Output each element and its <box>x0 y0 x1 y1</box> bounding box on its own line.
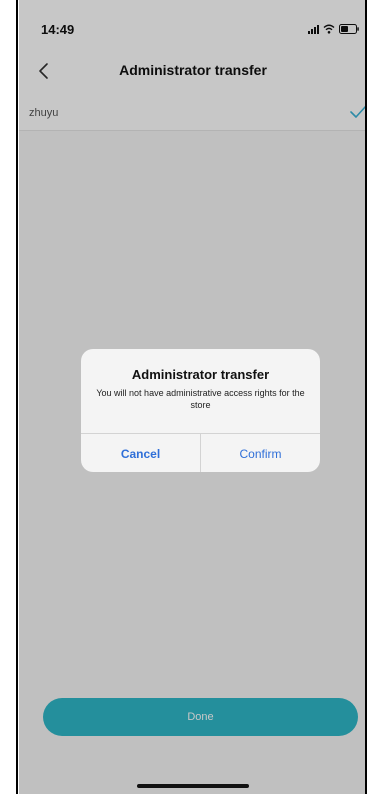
dialog-title: Administrator transfer <box>131 367 270 382</box>
cancel-button-label: Cancel <box>120 446 161 461</box>
confirm-button[interactable]: Confirm <box>201 434 320 472</box>
cancel-button[interactable]: Cancel <box>81 434 201 472</box>
phone-frame: 14:49 Administrator transfer zhuyu Done … <box>0 0 367 794</box>
confirm-dialog: Administrator transfer You will not have… <box>81 349 320 472</box>
dialog-actions: Cancel Confirm <box>81 433 320 472</box>
confirm-button-label: Confirm <box>239 446 282 461</box>
app-screen: 14:49 Administrator transfer zhuyu Done … <box>19 0 367 794</box>
dialog-message: You will not have administrative access … <box>96 388 305 410</box>
frame-border-left <box>16 0 18 794</box>
home-indicator <box>137 784 249 788</box>
